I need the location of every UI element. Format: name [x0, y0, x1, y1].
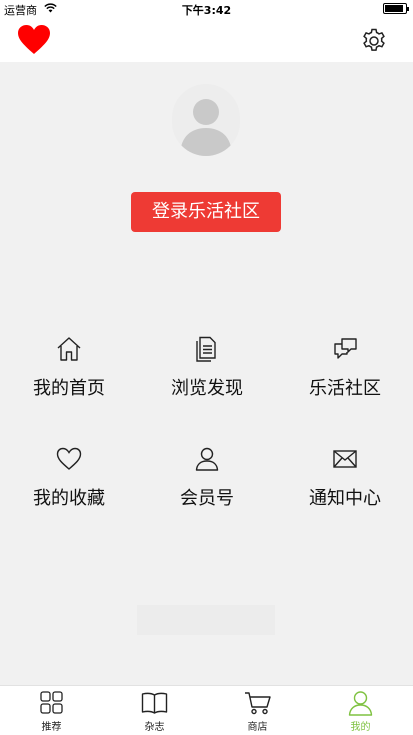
user-icon	[348, 691, 373, 716]
menu-item-favorites[interactable]: 我的收藏	[0, 440, 138, 520]
person-icon	[195, 447, 219, 471]
mail-icon	[333, 450, 357, 468]
menu-item-home[interactable]: 我的首页	[0, 330, 138, 410]
status-bar: 运营商 下午3:42	[0, 0, 413, 18]
menu-label: 通知中心	[309, 488, 381, 509]
grid-icon	[40, 691, 63, 714]
battery-level	[385, 5, 403, 12]
tab-store[interactable]: 商店	[206, 686, 309, 735]
tab-label: 杂志	[144, 722, 165, 733]
menu-item-notifications[interactable]: 通知中心	[276, 440, 413, 520]
tab-label: 商店	[247, 722, 268, 733]
menu-item-membership[interactable]: 会员号	[138, 440, 276, 520]
menu-item-community[interactable]: 乐活社区	[276, 330, 413, 410]
faint-placeholder	[137, 605, 275, 635]
book-icon	[141, 692, 168, 714]
tab-bar: 推荐 杂志 商店 我的	[0, 685, 413, 735]
home-icon	[57, 337, 81, 361]
document-icon	[196, 336, 216, 362]
menu-label: 我的收藏	[33, 488, 105, 509]
status-time: 下午3:42	[181, 4, 232, 17]
heart-icon[interactable]	[17, 24, 51, 56]
heart-outline-icon	[56, 447, 82, 470]
tab-recommend[interactable]: 推荐	[0, 686, 103, 735]
tab-mine[interactable]: 我的	[309, 686, 412, 735]
tab-label: 我的	[350, 722, 371, 733]
user-avatar-icon[interactable]	[172, 84, 240, 156]
menu-label: 浏览发现	[171, 378, 243, 399]
nav-bar	[0, 18, 413, 62]
gear-icon[interactable]	[361, 28, 387, 54]
chat-bubbles-icon	[334, 338, 357, 359]
menu-item-browse[interactable]: 浏览发现	[138, 330, 276, 410]
cart-icon	[245, 692, 271, 715]
menu-label: 我的首页	[33, 378, 105, 399]
tab-label: 推荐	[41, 722, 62, 733]
battery-icon	[383, 3, 409, 14]
menu-label: 乐活社区	[309, 378, 381, 399]
login-button[interactable]: 登录乐活社区	[131, 192, 281, 232]
menu-label: 会员号	[180, 488, 234, 509]
tab-magazine[interactable]: 杂志	[103, 686, 206, 735]
